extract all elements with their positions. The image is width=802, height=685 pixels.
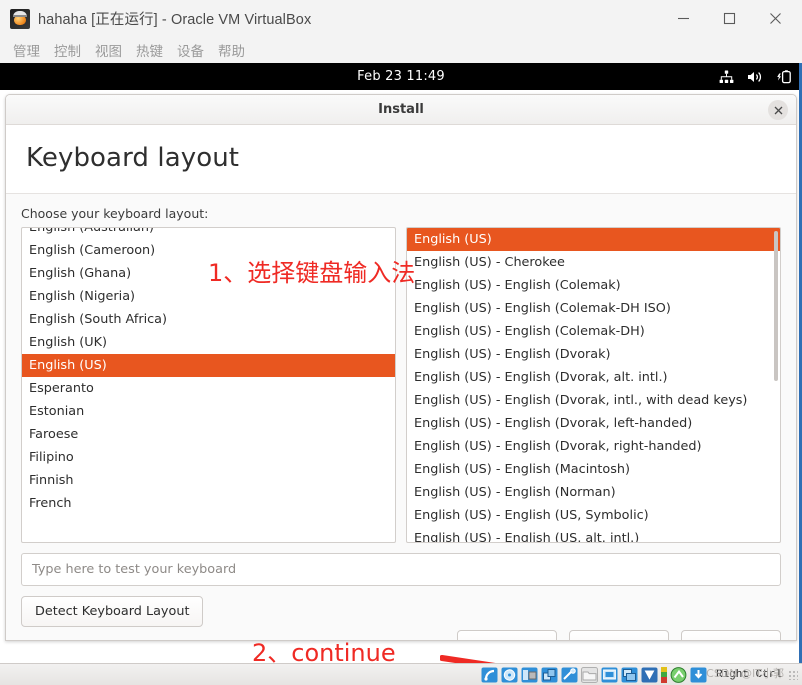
list-item[interactable]: English (South Africa) xyxy=(22,308,395,331)
list-item[interactable]: English (Nigeria) xyxy=(22,285,395,308)
list-item[interactable]: English (US) - English (US, Symbolic) xyxy=(407,504,780,527)
quit-button[interactable]: Quit xyxy=(457,630,557,640)
keyboard-test-input[interactable]: Type here to test your keyboard xyxy=(21,553,781,586)
list-item[interactable]: English (US) - English (Dvorak, intl., w… xyxy=(407,389,780,412)
maximize-icon[interactable] xyxy=(706,0,752,37)
window-controls xyxy=(660,0,798,37)
list-item[interactable]: English (US) xyxy=(407,228,780,251)
close-icon[interactable] xyxy=(752,0,798,37)
list-item[interactable]: English (Australian) xyxy=(22,227,395,239)
list-item[interactable]: English (US) - English (Colemak-DH) xyxy=(407,320,780,343)
host-key-label: Right Ctrl xyxy=(716,669,782,681)
network-icon xyxy=(719,70,734,84)
back-button[interactable]: Back xyxy=(569,630,669,640)
list-item[interactable]: Filipino xyxy=(22,446,395,469)
dialog-title: Install xyxy=(378,102,424,117)
volume-icon xyxy=(747,70,763,84)
list-item[interactable]: Estonian xyxy=(22,400,395,423)
dialog-header: Keyboard layout xyxy=(6,125,796,194)
list-item[interactable]: Finnish xyxy=(22,469,395,492)
detect-keyboard-layout-button[interactable]: Detect Keyboard Layout xyxy=(21,596,203,627)
menu-item-help[interactable]: 帮助 xyxy=(211,38,252,62)
list-item[interactable]: English (US) - English (Dvorak, left-han… xyxy=(407,412,780,435)
clock[interactable]: Feb 23 11:49 xyxy=(357,69,445,84)
battery-icon xyxy=(776,70,792,84)
annotation-arrow-icon xyxy=(440,655,740,663)
virtualbox-window: hahaha [正在运行] - Oracle VM VirtualBox 管理 … xyxy=(0,0,802,685)
virtualbox-titlebar: hahaha [正在运行] - Oracle VM VirtualBox xyxy=(0,0,802,37)
continue-button[interactable]: Continue xyxy=(681,630,781,640)
list-item[interactable]: English (US) xyxy=(22,354,395,377)
keyboard-test-placeholder: Type here to test your keyboard xyxy=(32,562,236,577)
ubuntu-top-panel: Feb 23 11:49 xyxy=(0,63,802,90)
list-item[interactable]: English (US) - English (Colemak-DH ISO) xyxy=(407,297,780,320)
list-item[interactable]: Faroese xyxy=(22,423,395,446)
mouse-integration-icon[interactable] xyxy=(670,666,688,683)
list-item[interactable]: English (US) - English (Dvorak, right-ha… xyxy=(407,435,780,458)
list-item[interactable]: English (US) - English (Dvorak) xyxy=(407,343,780,366)
optical-disk-icon[interactable] xyxy=(501,666,519,683)
choose-layout-label: Choose your keyboard layout: xyxy=(21,206,781,221)
page-title: Keyboard layout xyxy=(26,143,796,173)
detect-keyboard-layout-label: Detect Keyboard Layout xyxy=(35,604,189,619)
list-item[interactable]: English (US) - English (Norman) xyxy=(407,481,780,504)
dialog-body: Choose your keyboard layout: English (Au… xyxy=(6,194,796,640)
menu-item-manage[interactable]: 管理 xyxy=(6,38,47,62)
network-icon[interactable] xyxy=(541,666,559,683)
list-item[interactable]: English (US) - Cherokee xyxy=(407,251,780,274)
keyboard-language-list[interactable]: English (Australian)English (Cameroon)En… xyxy=(21,227,396,543)
virtualbox-guest-icon xyxy=(10,9,30,29)
list-item[interactable]: English (US) - English (Dvorak, alt. int… xyxy=(407,366,780,389)
menu-item-hotkeys[interactable]: 热键 xyxy=(129,38,170,62)
list-item[interactable]: English (US) - English (US, alt. intl.) xyxy=(407,527,780,543)
list-item[interactable]: English (Ghana) xyxy=(22,262,395,285)
virtualbox-menubar: 管理 控制 视图 热键 设备 帮助 xyxy=(0,37,802,63)
continue-button-label: Continue xyxy=(702,639,760,641)
guest-screen: Feb 23 11:49 xyxy=(0,63,802,663)
scrollbar-thumb-right[interactable] xyxy=(774,231,778,381)
list-item[interactable]: Esperanto xyxy=(22,377,395,400)
list-item[interactable]: English (US) - English (Macintosh) xyxy=(407,458,780,481)
window-title: hahaha [正在运行] - Oracle VM VirtualBox xyxy=(38,8,311,29)
floppy-disk-icon[interactable] xyxy=(521,666,539,683)
install-dialog: Install Keyboard layout Choose your keyb… xyxy=(5,94,797,641)
resize-grip[interactable] xyxy=(788,670,798,680)
system-indicators[interactable] xyxy=(719,63,792,90)
keyboard-language-list-inner: English (Australian)English (Cameroon)En… xyxy=(22,227,395,515)
quit-button-label: Quit xyxy=(493,639,520,641)
display-icon[interactable] xyxy=(601,666,619,683)
layout-lists: English (Australian)English (Cameroon)En… xyxy=(21,227,781,543)
menu-item-devices[interactable]: 设备 xyxy=(170,38,211,62)
virtualbox-statusbar: CSDN @IT小郭 xyxy=(0,663,802,685)
menu-item-view[interactable]: 视图 xyxy=(88,38,129,62)
keyboard-variant-list-inner: English (US)English (US) - CherokeeEngli… xyxy=(407,228,780,543)
menu-item-control[interactable]: 控制 xyxy=(47,38,88,62)
list-item[interactable]: English (UK) xyxy=(22,331,395,354)
keyboard-capture-icon[interactable] xyxy=(690,666,708,683)
list-item[interactable]: English (Cameroon) xyxy=(22,239,395,262)
dialog-footer: Quit Back Continue xyxy=(457,630,781,640)
back-button-label: Back xyxy=(603,639,635,641)
shared-folder-icon[interactable] xyxy=(581,666,599,683)
keyboard-variant-list[interactable]: English (US)English (US) - CherokeeEngli… xyxy=(406,227,781,543)
usb-icon[interactable] xyxy=(561,666,579,683)
minimize-icon[interactable] xyxy=(660,0,706,37)
hard-disk-icon[interactable] xyxy=(481,666,499,683)
cpu-load-icon[interactable] xyxy=(661,666,668,683)
list-item[interactable]: English (US) - English (Colemak) xyxy=(407,274,780,297)
close-icon[interactable] xyxy=(768,100,788,120)
list-item[interactable]: French xyxy=(22,492,395,515)
dialog-titlebar: Install xyxy=(6,95,796,125)
recording-icon[interactable] xyxy=(621,666,639,683)
virtualization-icon[interactable] xyxy=(641,666,659,683)
